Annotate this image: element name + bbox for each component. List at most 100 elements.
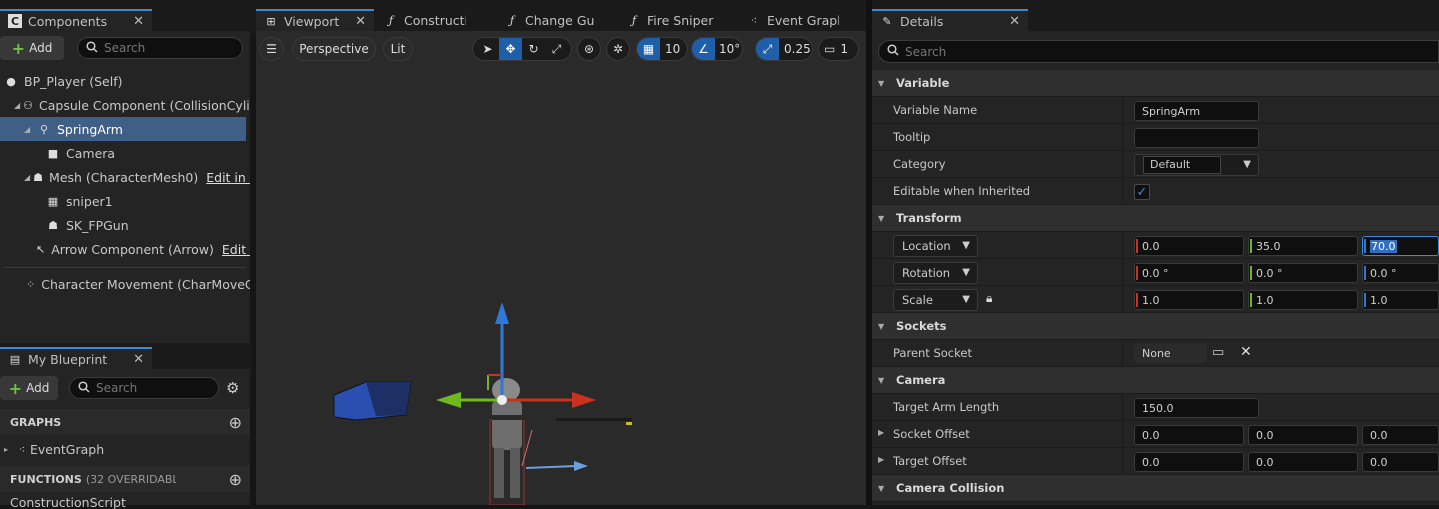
tab-event-graph[interactable]: ⁖ Event Graph bbox=[739, 9, 861, 31]
event-graph-item[interactable]: ▸ ⁖ EventGraph bbox=[0, 437, 250, 461]
tree-item-sniper1[interactable]: ▦ sniper1 bbox=[0, 189, 250, 213]
add-function-icon[interactable]: ⊕ bbox=[229, 470, 242, 489]
rotation-x-field[interactable]: 0.0 ° bbox=[1134, 263, 1244, 283]
section-transform[interactable]: ▼ Transform bbox=[872, 205, 1439, 232]
tree-item-arrow[interactable]: ↖ Arrow Component (Arrow) Edit in C++ bbox=[0, 237, 250, 261]
character-mesh bbox=[489, 378, 632, 505]
rotate-tool-icon[interactable]: ↻ bbox=[522, 38, 545, 60]
add-blueprint-button[interactable]: + Add bbox=[0, 376, 58, 400]
add-graph-icon[interactable]: ⊕ bbox=[229, 413, 242, 432]
add-component-button[interactable]: + Add bbox=[0, 36, 64, 60]
tab-viewport[interactable]: ⊞ Viewport ✕ bbox=[256, 9, 374, 31]
blueprint-c-icon: C bbox=[8, 14, 22, 28]
close-icon[interactable]: ✕ bbox=[133, 352, 144, 367]
grid-snap-icon[interactable]: ▦ bbox=[637, 38, 660, 60]
scale-dropdown[interactable]: Scale ▼ bbox=[893, 289, 978, 311]
graphs-section[interactable]: GRAPHS ⊕ bbox=[0, 409, 250, 435]
category-dropdown[interactable]: Default ▼ bbox=[1134, 154, 1259, 176]
target-offset-x-field[interactable]: 0.0 bbox=[1134, 452, 1244, 472]
expand-arrow-icon[interactable]: ▸ bbox=[4, 445, 14, 454]
target-arm-length-field[interactable]: 150.0 bbox=[1134, 398, 1259, 418]
parent-socket-field[interactable]: None bbox=[1134, 343, 1207, 363]
blueprint-search[interactable] bbox=[69, 377, 219, 399]
location-dropdown[interactable]: Location ▼ bbox=[893, 235, 978, 257]
rotation-y-field[interactable]: 0.0 ° bbox=[1248, 263, 1358, 283]
expand-arrow-icon[interactable]: ▶ bbox=[878, 455, 884, 464]
camera-speed[interactable]: ▭ 1 bbox=[818, 37, 859, 61]
tree-item-character-movement[interactable]: ⁘ Character Movement (CharMoveComp) bbox=[0, 272, 250, 296]
rotation-dropdown[interactable]: Rotation ▼ bbox=[893, 262, 978, 284]
surface-snap-icon[interactable]: ✲ bbox=[606, 37, 630, 61]
tree-item-mesh[interactable]: ◢ ☗ Mesh (CharacterMesh0) Edit in C++ bbox=[0, 165, 250, 189]
location-z-field[interactable]: 70.0 bbox=[1362, 236, 1439, 256]
location-x-field[interactable]: 0.0 bbox=[1134, 236, 1244, 256]
tab-components[interactable]: C Components ✕ bbox=[0, 9, 152, 31]
tree-item-self[interactable]: ● BP_Player (Self) bbox=[0, 69, 250, 93]
scale-y-field[interactable]: 1.0 bbox=[1248, 290, 1358, 310]
expand-arrow-icon[interactable]: ◢ bbox=[24, 173, 30, 182]
details-search-input[interactable] bbox=[905, 44, 1438, 59]
translate-tool-icon[interactable]: ✥ bbox=[499, 38, 522, 60]
editable-checkbox[interactable]: ✓ bbox=[1134, 184, 1150, 200]
section-camera-collision[interactable]: ▼ Camera Collision bbox=[872, 475, 1439, 502]
lock-icon[interactable]: 🔒︎ bbox=[986, 291, 992, 306]
expand-arrow-icon[interactable]: ▶ bbox=[878, 428, 884, 437]
scale-row: Scale ▼ 🔒︎ 1.0 1.0 1.0 bbox=[872, 286, 1439, 313]
tree-item-springarm[interactable]: ◢ ⚲ SpringArm bbox=[0, 117, 246, 141]
components-search-input[interactable] bbox=[104, 41, 242, 55]
tree-item-sk-fpgun[interactable]: ☗ SK_FPGun bbox=[0, 213, 250, 237]
scale-x-field[interactable]: 1.0 bbox=[1134, 290, 1244, 310]
target-offset-y-field[interactable]: 0.0 bbox=[1248, 452, 1358, 472]
tooltip-field[interactable] bbox=[1134, 128, 1259, 148]
location-y-field[interactable]: 35.0 bbox=[1248, 236, 1358, 256]
lit-button[interactable]: Lit bbox=[383, 37, 413, 61]
browse-socket-icon[interactable]: ▭ bbox=[1212, 345, 1224, 360]
close-icon[interactable]: ✕ bbox=[133, 14, 144, 29]
perspective-button[interactable]: Perspective bbox=[292, 37, 376, 61]
target-offset-z-field[interactable]: 0.0 bbox=[1362, 452, 1439, 472]
scale-z-field[interactable]: 1.0 bbox=[1362, 290, 1439, 310]
variable-name-field[interactable]: SpringArm bbox=[1134, 101, 1259, 121]
tab-details[interactable]: ✎ Details ✕ bbox=[872, 9, 1028, 31]
tab-construction-script[interactable]: ƒ Construction Script bbox=[376, 9, 494, 31]
tab-my-blueprint[interactable]: ▤ My Blueprint ✕ bbox=[0, 347, 152, 369]
world-local-icon[interactable]: ⊛ bbox=[577, 37, 601, 61]
close-icon[interactable]: ✕ bbox=[1009, 14, 1020, 29]
expand-arrow-icon[interactable]: ◢ bbox=[24, 125, 34, 134]
section-variable[interactable]: ▼ Variable bbox=[872, 70, 1439, 97]
section-camera[interactable]: ▼ Camera bbox=[872, 367, 1439, 394]
edit-in-cpp-link[interactable]: Edit in C++ bbox=[206, 170, 250, 185]
rotation-snap[interactable]: ∠ 10° bbox=[691, 37, 743, 61]
scale-tool-icon[interactable]: ⤢ bbox=[545, 38, 568, 60]
angle-snap-icon[interactable]: ∠ bbox=[692, 38, 715, 60]
viewport-scene[interactable] bbox=[256, 280, 866, 505]
components-search[interactable] bbox=[77, 37, 243, 59]
tree-item-capsule[interactable]: ◢ ⚇ Capsule Component (CollisionCylinder… bbox=[0, 93, 250, 117]
gear-icon[interactable]: ⚙ bbox=[226, 379, 239, 397]
close-icon[interactable]: ✕ bbox=[355, 14, 366, 29]
construction-script-item[interactable]: ConstructionScript bbox=[0, 495, 250, 509]
grid-snap[interactable]: ▦ 10 bbox=[636, 37, 688, 61]
viewport-menu-button[interactable]: ☰ bbox=[259, 37, 284, 61]
socket-offset-y-field[interactable]: 0.0 bbox=[1248, 425, 1358, 445]
expand-arrow-icon[interactable]: ◢ bbox=[14, 101, 20, 110]
details-search[interactable] bbox=[878, 40, 1439, 63]
socket-offset-x-field[interactable]: 0.0 bbox=[1134, 425, 1244, 445]
rotation-z-field[interactable]: 0.0 ° bbox=[1362, 263, 1439, 283]
tab-fire-sniper[interactable]: ƒ Fire Sniper bbox=[619, 9, 737, 31]
socket-offset-z-field[interactable]: 0.0 bbox=[1362, 425, 1439, 445]
section-sockets[interactable]: ▼ Sockets bbox=[872, 313, 1439, 340]
clear-icon[interactable]: ✕ bbox=[1240, 344, 1252, 360]
edit-in-cpp-link[interactable]: Edit in C++ bbox=[222, 242, 250, 257]
collapse-arrow-icon: ▼ bbox=[878, 321, 885, 331]
tree-item-camera[interactable]: ■ Camera bbox=[0, 141, 250, 165]
transform-tools: ➤ ✥ ↻ ⤢ bbox=[472, 37, 572, 61]
scale-snap-icon[interactable]: ⤢ bbox=[756, 38, 779, 60]
column-divider bbox=[1122, 394, 1123, 420]
select-tool-icon[interactable]: ➤ bbox=[476, 38, 499, 60]
scale-snap[interactable]: ⤢ 0.25 bbox=[755, 37, 813, 61]
blueprint-search-input[interactable] bbox=[96, 381, 218, 395]
person-icon: ● bbox=[6, 74, 16, 88]
tab-change-gun[interactable]: ƒ Change Gun bbox=[497, 9, 615, 31]
functions-section[interactable]: FUNCTIONS (32 OVERRIDABLE) ⊕ bbox=[0, 466, 250, 492]
